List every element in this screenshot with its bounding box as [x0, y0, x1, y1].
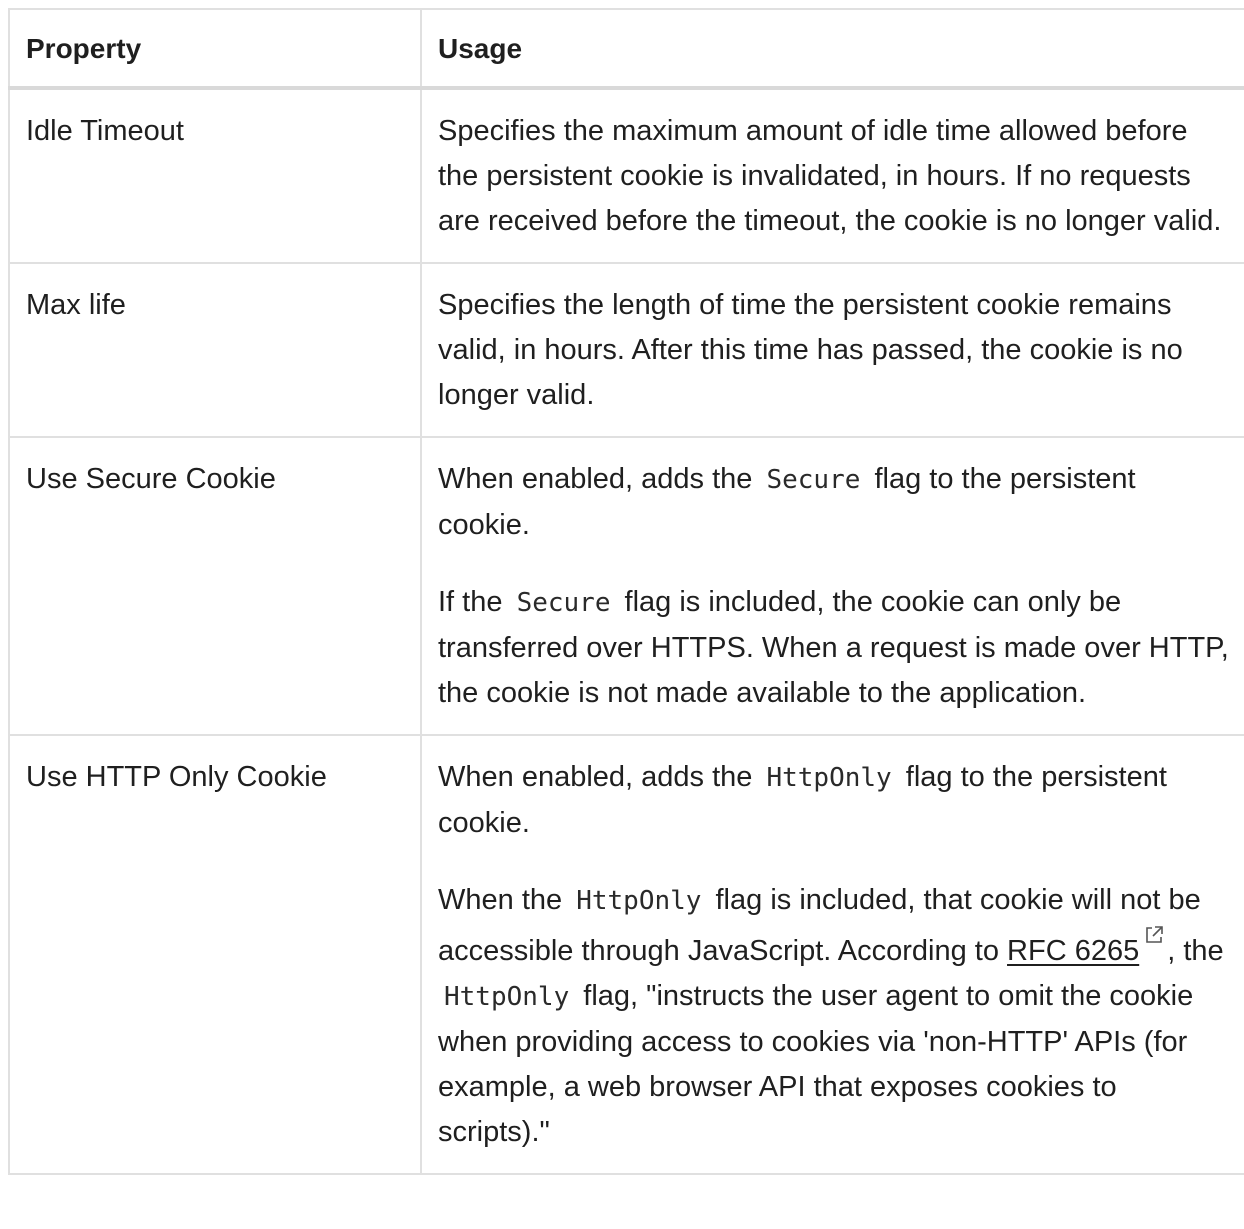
usage-cell: When enabled, adds the HttpOnly flag to …	[420, 734, 1244, 1175]
table-row: Use Secure Cookie When enabled, adds the…	[8, 436, 1244, 736]
usage-cell: Specifies the length of time the persist…	[420, 262, 1244, 438]
text-segment: When enabled, adds the	[438, 463, 753, 495]
usage-text: Specifies the length of time the persist…	[438, 289, 1183, 411]
property-cell: Use HTTP Only Cookie	[8, 734, 422, 1175]
table-header: Property Usage	[8, 8, 1244, 90]
property-cell: Max life	[8, 262, 422, 438]
usage-cell: Specifies the maximum amount of idle tim…	[420, 87, 1244, 264]
inline-code: HttpOnly	[444, 982, 570, 1012]
text-segment: If the	[438, 586, 503, 618]
inline-code: HttpOnly	[766, 763, 892, 793]
text-segment: , the	[1167, 935, 1224, 967]
usage-cell: When enabled, adds the Secure flag to th…	[420, 436, 1244, 736]
text-segment: When the	[438, 884, 563, 916]
header-row: Property Usage	[8, 8, 1244, 90]
usage-paragraph: If the Secure flag is included, the cook…	[438, 580, 1230, 716]
table-row: Use HTTP Only Cookie When enabled, adds …	[8, 734, 1244, 1175]
external-link-icon[interactable]	[1143, 924, 1165, 946]
usage-paragraph: When enabled, adds the HttpOnly flag to …	[438, 755, 1230, 846]
usage-text: Specifies the maximum amount of idle tim…	[438, 115, 1222, 237]
table-row: Idle Timeout Specifies the maximum amoun…	[8, 87, 1244, 264]
property-cell: Use Secure Cookie	[8, 436, 422, 736]
properties-table: Property Usage Idle Timeout Specifies th…	[8, 8, 1244, 1175]
table-row: Max life Specifies the length of time th…	[8, 262, 1244, 438]
inline-code: Secure	[516, 588, 611, 618]
inline-code: HttpOnly	[576, 886, 702, 916]
text-segment: When enabled, adds the	[438, 761, 753, 793]
column-header-property: Property	[8, 8, 422, 90]
usage-paragraph: When the HttpOnly flag is included, that…	[438, 878, 1230, 1155]
property-cell: Idle Timeout	[8, 87, 422, 264]
rfc-6265-link[interactable]: RFC 6265	[1007, 935, 1139, 967]
column-header-usage: Usage	[420, 8, 1244, 90]
usage-paragraph: When enabled, adds the Secure flag to th…	[438, 457, 1230, 548]
inline-code: Secure	[766, 465, 861, 495]
